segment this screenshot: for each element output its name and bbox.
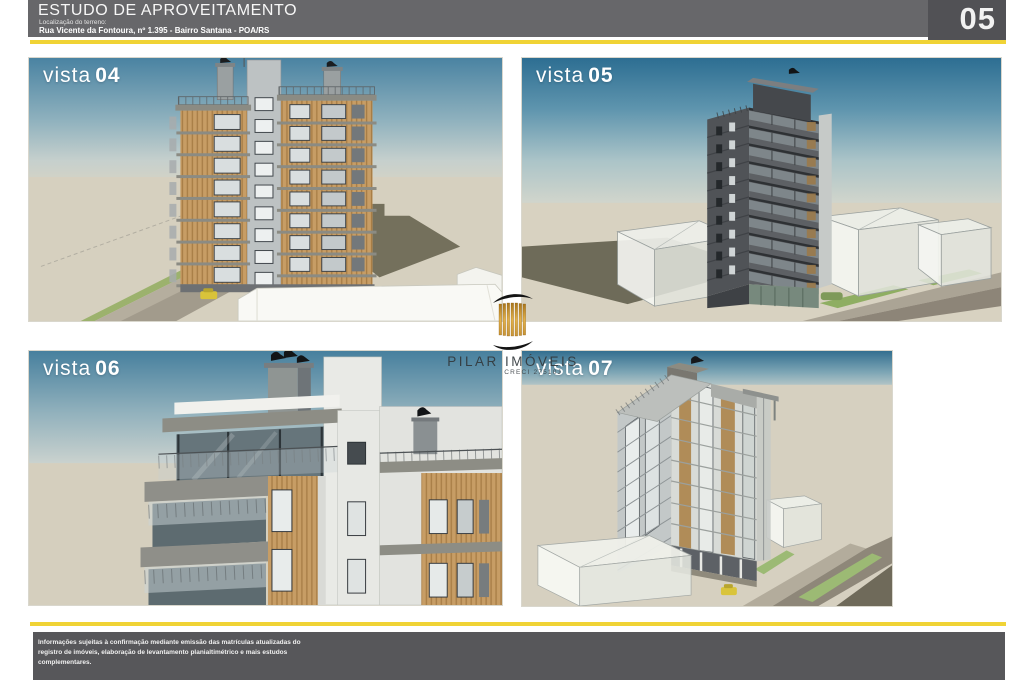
vista-05-render <box>522 58 1001 321</box>
neighbor-volume-large <box>538 536 691 606</box>
panel-vista-07: vista07 <box>521 350 893 607</box>
estudo-aproveitamento-page: ESTUDO DE APROVEITAMENTO Localização do … <box>0 0 1024 683</box>
page-title: ESTUDO DE APROVEITAMENTO <box>38 2 297 20</box>
vista-06-label-number: 06 <box>95 357 120 380</box>
vista-07-render <box>522 351 892 606</box>
location-value: Rua Vicente da Fontoura, nº 1.395 - Bair… <box>39 26 269 35</box>
panel-vista-04: vista04 <box>28 57 503 322</box>
vista-06-render <box>29 351 502 605</box>
header-band: ESTUDO DE APROVEITAMENTO Localização do … <box>28 0 1006 37</box>
vista-05-label-number: 05 <box>588 64 613 87</box>
watermark-creci: CRECI 27510J <box>438 369 588 376</box>
page-number-box: 05 <box>928 0 1006 41</box>
vista-04-label-prefix: vista <box>43 64 91 87</box>
vista-05-label-prefix: vista <box>536 64 584 87</box>
panel-vista-05: vista05 <box>521 57 1002 322</box>
watermark-brand: PILAR IMÓVEIS <box>438 354 588 369</box>
vista-06-label: vista06 <box>43 357 121 381</box>
vista-06-label-prefix: vista <box>43 357 91 380</box>
footer-yellow-rule <box>30 622 1006 626</box>
pillar-logo-icon <box>490 291 536 353</box>
header-yellow-rule <box>30 40 1006 44</box>
vista-07-label-number: 07 <box>588 357 613 380</box>
location-label: Localização do terreno: <box>39 19 107 26</box>
vista-04-label: vista04 <box>43 64 121 88</box>
vista-04-label-number: 04 <box>95 64 120 87</box>
vista-04-render <box>29 58 502 321</box>
watermark: PILAR IMÓVEIS CRECI 27510J <box>438 291 588 376</box>
neighbor-volume-small <box>767 496 822 548</box>
vista-05-label: vista05 <box>536 64 614 88</box>
footer-band: Informações sujeitas à confirmação media… <box>33 632 1005 680</box>
panel-vista-06: vista06 <box>28 350 503 606</box>
page-number: 05 <box>960 1 996 37</box>
footer-disclaimer: Informações sujeitas à confirmação media… <box>38 638 308 667</box>
